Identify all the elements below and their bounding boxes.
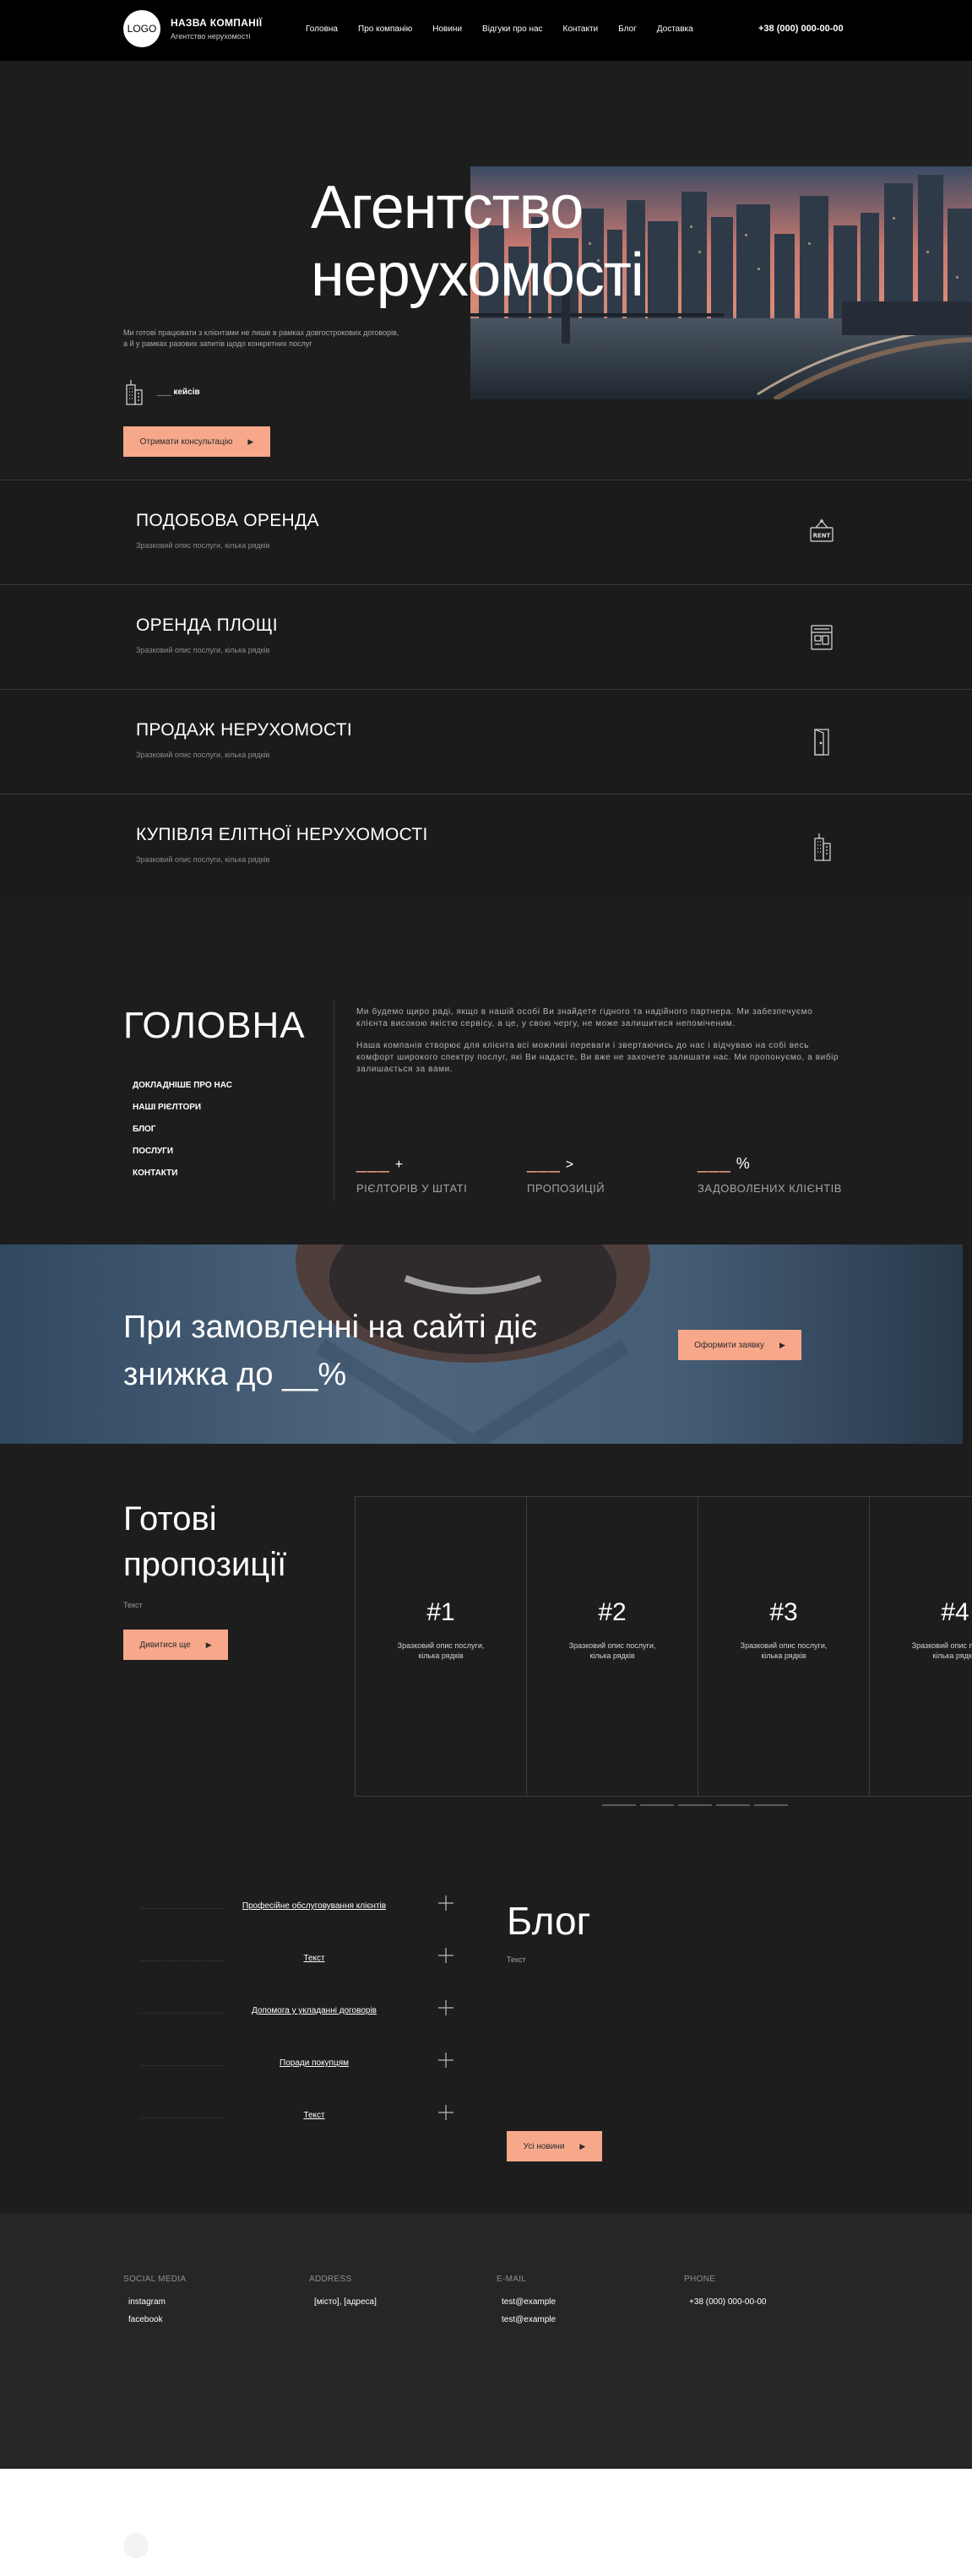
door-icon bbox=[814, 729, 829, 756]
promo-title: При замовленні на сайті діє знижка до __… bbox=[123, 1310, 538, 1392]
site-footer: SOCIAL MEDIA instagram facebook ADDRESS … bbox=[0, 2214, 972, 2469]
cursor-icon: ▶ bbox=[579, 2141, 586, 2150]
see-more-button[interactable]: Дивитися ще ▶ bbox=[123, 1630, 228, 1660]
facebook-link[interactable]: facebook bbox=[128, 2315, 186, 2324]
nav-item-about[interactable]: Про компанію bbox=[358, 24, 412, 34]
offers-title: Готові пропозиції bbox=[123, 1500, 287, 1583]
about-title: ГОЛОВНА bbox=[123, 1005, 306, 1046]
shop-icon bbox=[811, 625, 833, 650]
plus-icon[interactable] bbox=[437, 1895, 454, 1912]
offers-section: Готові пропозиції Текст Дивитися ще ▶ #1… bbox=[0, 1444, 972, 1849]
footer-phone: PHONE +38 (000) 000-00-00 bbox=[684, 2275, 767, 2307]
site-header: LOGO НАЗВА КОМПАНІЇ Агентство нерухомост… bbox=[0, 0, 972, 61]
accordion-item[interactable]: ............................... Допомога… bbox=[140, 1988, 454, 2040]
offer-card[interactable]: #4 Зразковий опис послуги, кілька рядків bbox=[869, 1497, 972, 1796]
hero-title: Агентство нерухомості bbox=[311, 174, 644, 309]
scroll-top-button[interactable] bbox=[123, 2533, 149, 2558]
about-section: ГОЛОВНА ДОКЛАДНІШЕ ПРО НАС НАШІ РІЄЛТОРИ… bbox=[0, 897, 972, 1245]
offer-card[interactable]: #3 Зразковий опис послуги, кілька рядків bbox=[698, 1497, 869, 1796]
footer-social: SOCIAL MEDIA instagram facebook bbox=[123, 2275, 187, 2324]
nav-item-blog[interactable]: Блог bbox=[618, 24, 637, 34]
link-blog[interactable]: БЛОГ bbox=[133, 1125, 232, 1134]
footer-address: ADDRESS [місто], [адреса] bbox=[309, 2275, 377, 2307]
plus-icon[interactable] bbox=[437, 1947, 454, 1964]
accordion-item[interactable]: ............................... Поради п… bbox=[140, 2040, 454, 2092]
carousel-dot[interactable] bbox=[640, 1804, 674, 1806]
carousel-dot[interactable] bbox=[602, 1804, 636, 1806]
email-link[interactable]: test@example bbox=[502, 2315, 556, 2324]
building-icon bbox=[814, 833, 831, 861]
blog-subtitle: Текст bbox=[507, 1955, 526, 1964]
instagram-link[interactable]: instagram bbox=[128, 2297, 186, 2307]
service-item[interactable]: ОРЕНДА ПЛОЩІ Зразковий опис послуги, кіл… bbox=[0, 584, 972, 689]
cursor-icon: ▶ bbox=[247, 437, 254, 446]
email-link[interactable]: test@example bbox=[502, 2297, 556, 2307]
hero-section: Агентство нерухомості Ми готові працюват… bbox=[0, 61, 972, 480]
link-realtors[interactable]: НАШІ РІЄЛТОРИ bbox=[133, 1103, 232, 1112]
carousel-dot[interactable] bbox=[754, 1804, 788, 1806]
nav-item-home[interactable]: Головна bbox=[306, 24, 338, 34]
offer-card[interactable]: #2 Зразковий опис послуги, кілька рядків bbox=[526, 1497, 698, 1796]
cursor-icon: ▶ bbox=[779, 1340, 785, 1349]
main-nav: Головна Про компанію Новини Відгуки про … bbox=[306, 24, 693, 34]
link-contacts[interactable]: КОНТАКТИ bbox=[133, 1169, 232, 1178]
nav-item-delivery[interactable]: Доставка bbox=[657, 24, 693, 34]
brand-subtitle: Агентство нерухомості bbox=[171, 32, 251, 41]
phone-link[interactable]: +38 (000) 000-00-00 bbox=[689, 2297, 766, 2307]
accordion-item[interactable]: ............................... Професій… bbox=[140, 1883, 454, 1935]
services-section: ПОДОБОВА ОРЕНДА Зразковий опис послуги, … bbox=[0, 480, 972, 898]
nav-item-contacts[interactable]: Контакти bbox=[563, 24, 599, 34]
brand-name: НАЗВА КОМПАНІЇ bbox=[171, 17, 263, 29]
promo-banner: При замовленні на сайті діє знижка до __… bbox=[0, 1245, 972, 1444]
get-consultation-button[interactable]: Отримати консультацію ▶ bbox=[123, 426, 270, 457]
offer-card[interactable]: #1 Зразковий опис послуги, кілька рядків bbox=[355, 1497, 526, 1796]
about-links: ДОКЛАДНІШЕ ПРО НАС НАШІ РІЄЛТОРИ БЛОГ ПО… bbox=[133, 1081, 232, 1178]
link-about-more[interactable]: ДОКЛАДНІШЕ ПРО НАС bbox=[133, 1081, 232, 1090]
plus-icon[interactable] bbox=[437, 1999, 454, 2016]
page: LOGO НАЗВА КОМПАНІЇ Агентство нерухомост… bbox=[0, 0, 972, 2576]
hero-description: Ми готові працювати з клієнтами не лише … bbox=[123, 328, 399, 348]
link-services[interactable]: ПОСЛУГИ bbox=[133, 1147, 232, 1156]
nav-item-news[interactable]: Новини bbox=[432, 24, 462, 34]
plus-icon[interactable] bbox=[437, 2052, 454, 2069]
blog-section: ............................... Професій… bbox=[0, 1849, 972, 2214]
stat-clients: ___% ЗАДОВОЛЕНИХ КЛІЄНТІВ bbox=[698, 1152, 842, 1195]
footer-email: E-MAIL test@example test@example bbox=[497, 2275, 557, 2324]
accordion-item[interactable]: ............................... Текст bbox=[140, 1935, 454, 1988]
carousel-dot[interactable] bbox=[678, 1804, 712, 1806]
all-news-button[interactable]: Усі новини ▶ bbox=[507, 2131, 602, 2161]
header-phone[interactable]: +38 (000) 000-00-00 bbox=[758, 24, 844, 34]
cases-counter: ___ кейсів bbox=[123, 378, 200, 405]
carousel-dot[interactable] bbox=[716, 1804, 750, 1806]
accordion-item[interactable]: ............................... Текст bbox=[140, 2092, 454, 2145]
service-item[interactable]: ПРОДАЖ НЕРУХОМОСТІ Зразковий опис послуг… bbox=[0, 689, 972, 794]
service-item[interactable]: КУПІВЛЯ ЕЛІТНОЇ НЕРУХОМОСТІ Зразковий оп… bbox=[0, 794, 972, 898]
service-item[interactable]: ПОДОБОВА ОРЕНДА Зразковий опис послуги, … bbox=[0, 480, 972, 584]
logo[interactable]: LOGO bbox=[123, 10, 160, 47]
cases-label: ___ кейсів bbox=[157, 387, 200, 397]
about-text: Ми будемо щиро раді, якщо в нашій особі … bbox=[356, 1007, 839, 1074]
nav-item-reviews[interactable]: Відгуки про нас bbox=[482, 24, 543, 34]
stat-offers: ___ > ПРОПОЗИЦІЙ bbox=[527, 1152, 605, 1195]
address-text: [місто], [адреса] bbox=[314, 2297, 377, 2307]
building-icon bbox=[126, 380, 143, 405]
blog-title: Блог bbox=[507, 1899, 591, 1943]
stat-realtors: ___ + РІЄЛТОРІВ У ШТАТІ bbox=[356, 1152, 468, 1195]
offers-subtitle: Текст bbox=[123, 1601, 143, 1609]
order-request-button[interactable]: Оформити заявку ▶ bbox=[678, 1330, 801, 1360]
carousel-pagination bbox=[602, 1804, 788, 1806]
plus-icon[interactable] bbox=[437, 2104, 454, 2121]
rent-sign-icon: RENT bbox=[810, 519, 834, 542]
svg-text:RENT: RENT bbox=[813, 533, 831, 540]
cursor-icon: ▶ bbox=[205, 1640, 212, 1649]
offers-carousel: #1 Зразковий опис послуги, кілька рядків… bbox=[355, 1496, 972, 1797]
